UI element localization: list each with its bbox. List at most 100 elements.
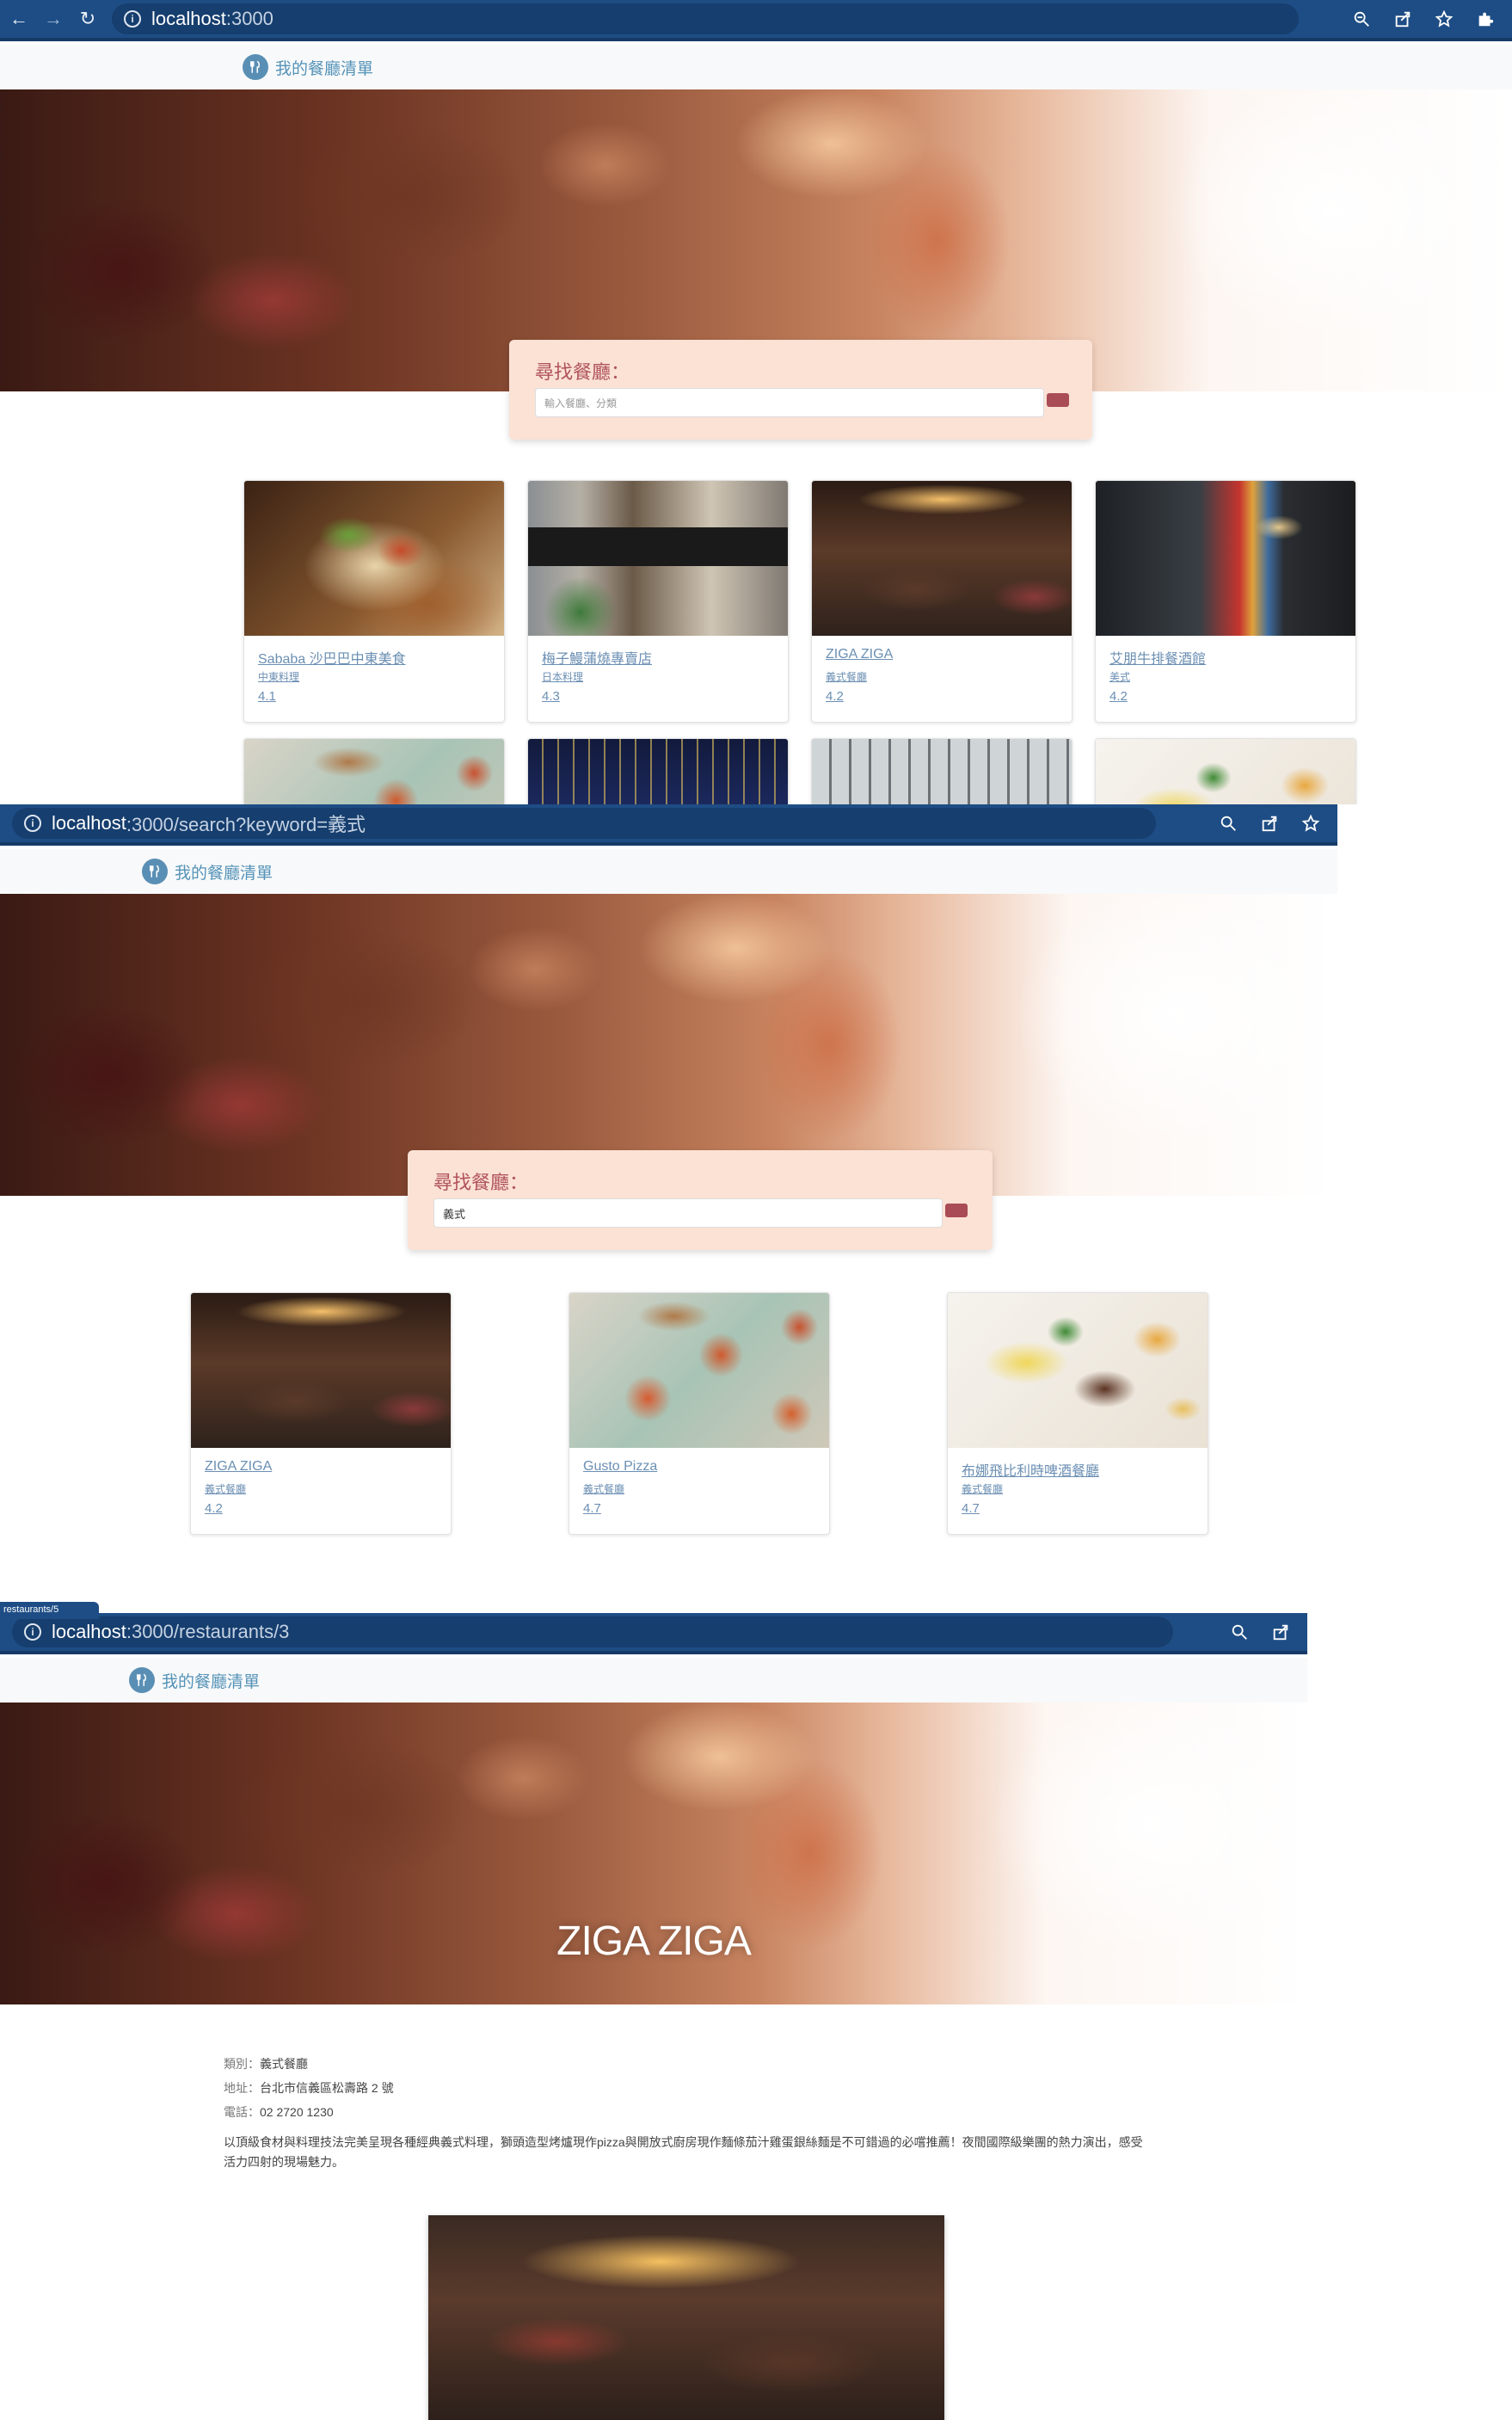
restaurant-rating[interactable]: 4.1	[258, 689, 276, 704]
reload-icon[interactable]: ↻	[72, 3, 103, 34]
restaurant-photo	[812, 481, 1072, 636]
utensils-icon	[243, 54, 268, 80]
restaurant-name[interactable]: ZIGA ZIGA	[205, 1459, 272, 1475]
url-path: :3000	[225, 8, 274, 29]
bookmark-star-icon[interactable]	[1296, 809, 1325, 838]
restaurant-card[interactable]: 艾朋牛排餐酒館 美式 4.2	[1095, 480, 1356, 723]
puzzle-extension-icon[interactable]	[1471, 4, 1500, 34]
restaurant-name[interactable]: Sababa 沙巴巴中東美食	[258, 647, 406, 668]
brand-label: 我的餐廳清單	[175, 864, 274, 883]
restaurant-name[interactable]: ZIGA ZIGA	[826, 647, 893, 662]
restaurant-rating[interactable]: 4.2	[205, 1501, 223, 1516]
address-value: 台北市信義區松壽路 2 號	[260, 2081, 394, 2095]
restaurant-card[interactable]: ZIGA ZIGA 義式餐廳 4.2	[811, 480, 1073, 723]
zoom-icon[interactable]	[1214, 809, 1243, 838]
search-button[interactable]	[1047, 393, 1069, 407]
address-row: 地址：台北市信義區松壽路 2 號	[224, 2076, 394, 2100]
brand-link[interactable]: 我的餐廳清單	[243, 54, 373, 80]
search-panel: 尋找餐廳：	[408, 1150, 993, 1250]
share-icon[interactable]	[1255, 809, 1284, 838]
restaurant-name[interactable]: 梅子鰻蒲燒專賣店	[542, 647, 652, 668]
browser-toolbar: ← → ↻ i localhost:3000	[0, 0, 1512, 41]
restaurant-card[interactable]	[527, 738, 789, 804]
site-navbar: 我的餐廳清單	[0, 45, 1512, 89]
restaurant-rating[interactable]: 4.3	[542, 689, 560, 704]
phone-value: 02 2720 1230	[260, 2105, 334, 2119]
site-info-icon[interactable]: i	[24, 815, 41, 832]
restaurant-rating[interactable]: 4.2	[826, 689, 844, 704]
site-info-icon[interactable]: i	[124, 10, 141, 28]
address-bar[interactable]: i localhost:3000/restaurants/3	[12, 1616, 1173, 1647]
restaurant-card[interactable]: Gusto Pizza 義式餐廳 4.7	[569, 1292, 830, 1535]
url-path: :3000/search?keyword=義式	[126, 814, 366, 835]
url-host: localhost	[151, 8, 226, 29]
phone-label: 電話：	[224, 2105, 260, 2119]
brand-label: 我的餐廳清單	[162, 1672, 261, 1691]
restaurant-category[interactable]: 中東料理	[258, 669, 299, 684]
search-results-screenshot: i localhost:3000/search?keyword=義式 我的餐廳清…	[0, 804, 1337, 1587]
address-bar[interactable]: i localhost:3000	[112, 3, 1299, 34]
restaurant-rating[interactable]: 4.7	[962, 1501, 980, 1516]
utensils-icon	[142, 859, 168, 884]
restaurant-photo	[812, 739, 1072, 804]
restaurant-card[interactable]: ZIGA ZIGA 義式餐廳 4.2	[190, 1292, 452, 1535]
zoom-icon[interactable]	[1347, 4, 1376, 34]
restaurant-photo	[528, 739, 788, 804]
link-hover-tooltip: restaurants/5	[0, 1602, 99, 1619]
restaurant-card[interactable]	[243, 738, 505, 804]
brand-label: 我的餐廳清單	[275, 59, 374, 78]
search-panel: 尋找餐廳：	[509, 340, 1092, 440]
bookmark-star-icon[interactable]	[1429, 4, 1459, 34]
restaurant-category[interactable]: 義式餐廳	[826, 669, 867, 684]
search-input[interactable]	[535, 388, 1044, 417]
restaurant-photo	[191, 1293, 451, 1448]
share-icon[interactable]	[1388, 4, 1417, 34]
site-navbar: 我的餐廳清單	[0, 1658, 1307, 1703]
search-title: 尋找餐廳：	[433, 1172, 529, 1193]
restaurant-card[interactable]	[811, 738, 1073, 804]
forward-arrow-icon[interactable]: →	[38, 3, 69, 34]
restaurant-category[interactable]: 義式餐廳	[205, 1481, 246, 1496]
category-row: 類別：義式餐廳	[224, 2052, 394, 2076]
share-icon[interactable]	[1266, 1617, 1295, 1647]
restaurant-name[interactable]: 布娜飛比利時啤酒餐廳	[962, 1459, 1099, 1480]
restaurant-info: 類別：義式餐廳 地址：台北市信義區松壽路 2 號 電話：02 2720 1230	[224, 2052, 394, 2124]
browser-toolbar: i localhost:3000/search?keyword=義式	[0, 804, 1337, 846]
restaurant-rating[interactable]: 4.7	[583, 1501, 601, 1516]
restaurant-name[interactable]: Gusto Pizza	[583, 1459, 657, 1475]
search-input[interactable]	[433, 1198, 943, 1228]
browser-toolbar: i localhost:3000/restaurants/3	[0, 1613, 1307, 1654]
address-bar[interactable]: i localhost:3000/search?keyword=義式	[12, 808, 1156, 839]
category-label: 類別：	[224, 2057, 260, 2071]
restaurant-rating[interactable]: 4.2	[1109, 689, 1128, 704]
restaurant-category[interactable]: 義式餐廳	[962, 1481, 1003, 1496]
home-page-screenshot: ← → ↻ i localhost:3000 我的餐廳清單 尋找餐廳： 輸入餐…	[0, 0, 1512, 804]
search-title: 尋找餐廳：	[535, 361, 630, 383]
restaurant-card[interactable]: 梅子鰻蒲燒專賣店 日本料理 4.3	[527, 480, 789, 723]
restaurant-card[interactable]: Sababa 沙巴巴中東美食 中東料理 4.1	[243, 480, 505, 723]
restaurant-photo	[244, 739, 504, 804]
restaurant-category[interactable]: 日本料理	[542, 669, 583, 684]
phone-row: 電話：02 2720 1230	[224, 2100, 394, 2124]
restaurant-category[interactable]: 義式餐廳	[583, 1481, 624, 1496]
restaurant-card[interactable]	[1095, 738, 1356, 804]
restaurant-detail-screenshot: i localhost:3000/restaurants/3 我的餐廳清單 ZI…	[0, 1613, 1307, 2420]
zoom-icon[interactable]	[1225, 1617, 1254, 1647]
brand-link[interactable]: 我的餐廳清單	[142, 859, 273, 884]
restaurant-category[interactable]: 美式	[1109, 669, 1130, 684]
restaurant-photo	[569, 1293, 829, 1448]
url-host: localhost	[52, 812, 126, 834]
site-navbar: 我的餐廳清單	[0, 849, 1337, 894]
back-arrow-icon[interactable]: ←	[3, 3, 34, 34]
utensils-icon	[129, 1667, 155, 1693]
restaurant-description: 以頂級食材與料理技法完美呈現各種經典義式料理，獅頭造型烤爐現作pizza與開放式…	[224, 2135, 1143, 2169]
brand-link[interactable]: 我的餐廳清單	[129, 1667, 260, 1693]
site-info-icon[interactable]: i	[24, 1623, 41, 1641]
restaurant-card[interactable]: 布娜飛比利時啤酒餐廳 義式餐廳 4.7	[947, 1292, 1208, 1535]
search-button[interactable]	[945, 1204, 968, 1217]
restaurant-photo	[948, 1293, 1208, 1448]
restaurant-name[interactable]: 艾朋牛排餐酒館	[1109, 647, 1206, 668]
restaurant-photo	[428, 2215, 944, 2420]
category-value: 義式餐廳	[260, 2057, 308, 2071]
restaurant-photo	[528, 481, 788, 636]
